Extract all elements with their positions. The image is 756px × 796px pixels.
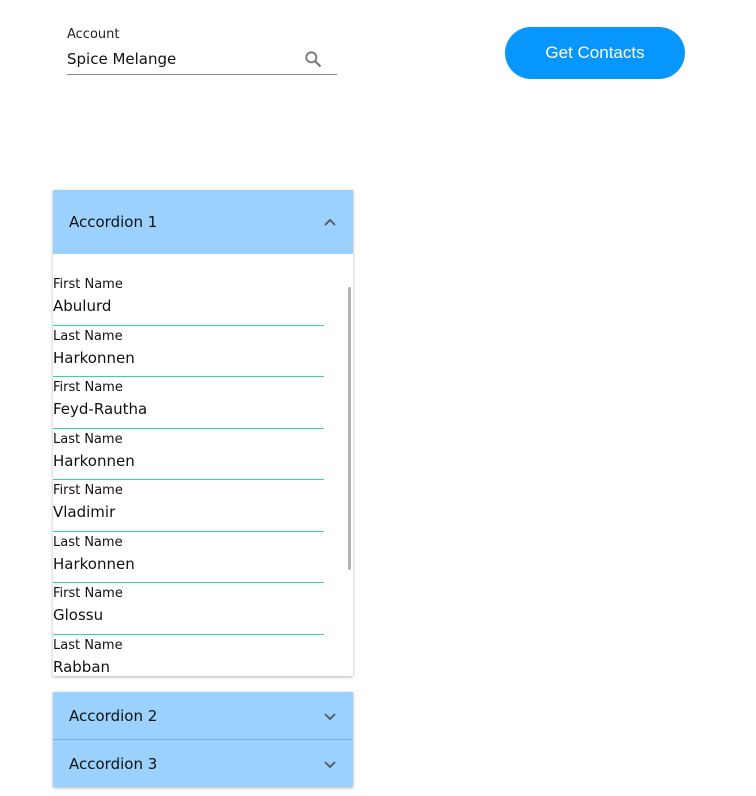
accordion-2-header[interactable]: Accordion 2 (53, 692, 353, 739)
contact-field[interactable]: Last Name Harkonnen (53, 326, 324, 377)
field-value[interactable]: Vladimir (53, 503, 324, 521)
contact-field[interactable]: First Name Feyd-Rautha (53, 377, 324, 429)
account-field: Account Spice Melange (67, 27, 337, 75)
accordion-title: Accordion 1 (69, 213, 158, 231)
accordion-group: Accordion 2 Accordion 3 (53, 692, 353, 787)
accordion-1-header[interactable]: Accordion 1 (53, 190, 353, 254)
search-icon[interactable] (303, 49, 323, 69)
field-value[interactable]: Glossu (53, 606, 324, 624)
contact-field[interactable]: Last Name Rabban (53, 635, 324, 677)
field-value[interactable]: Feyd-Rautha (53, 400, 324, 418)
field-value[interactable]: Rabban (53, 658, 324, 676)
contact-field[interactable]: First Name Glossu (53, 583, 324, 635)
chevron-down-icon (324, 760, 336, 768)
contact-field[interactable]: First Name Abulurd (53, 274, 324, 326)
accordion-title: Accordion 3 (69, 754, 158, 773)
field-label: First Name (53, 380, 123, 395)
accordion-3-header[interactable]: Accordion 3 (53, 739, 353, 787)
field-label: Last Name (53, 534, 123, 550)
account-input[interactable]: Spice Melange (67, 44, 337, 75)
scrollbar[interactable] (348, 287, 351, 570)
account-value[interactable]: Spice Melange (67, 50, 303, 68)
field-value[interactable]: Abulurd (53, 297, 324, 315)
field-value[interactable]: Harkonnen (53, 349, 324, 367)
accordion-1-content: First Name Abulurd Last Name Harkonnen First… (53, 254, 353, 676)
field-label: Last Name (53, 637, 123, 653)
chevron-up-icon (324, 218, 336, 226)
chevron-down-icon (324, 712, 336, 720)
field-value[interactable]: Harkonnen (53, 452, 324, 470)
accordion-title: Accordion 2 (69, 706, 158, 725)
account-label: Account (67, 27, 120, 42)
field-label: First Name (53, 277, 123, 292)
contact-field[interactable]: First Name Vladimir (53, 480, 324, 532)
contact-field[interactable]: Last Name Harkonnen (53, 532, 324, 583)
field-label: Last Name (53, 328, 123, 344)
field-value[interactable]: Harkonnen (53, 555, 324, 573)
field-label: Last Name (53, 431, 123, 447)
contact-field[interactable]: Last Name Harkonnen (53, 429, 324, 480)
get-contacts-button[interactable]: Get Contacts (505, 27, 685, 79)
field-label: First Name (53, 483, 123, 498)
accordion-1: Accordion 1 First Name Abulurd Last Name Ha… (53, 190, 353, 676)
field-label: First Name (53, 586, 123, 601)
